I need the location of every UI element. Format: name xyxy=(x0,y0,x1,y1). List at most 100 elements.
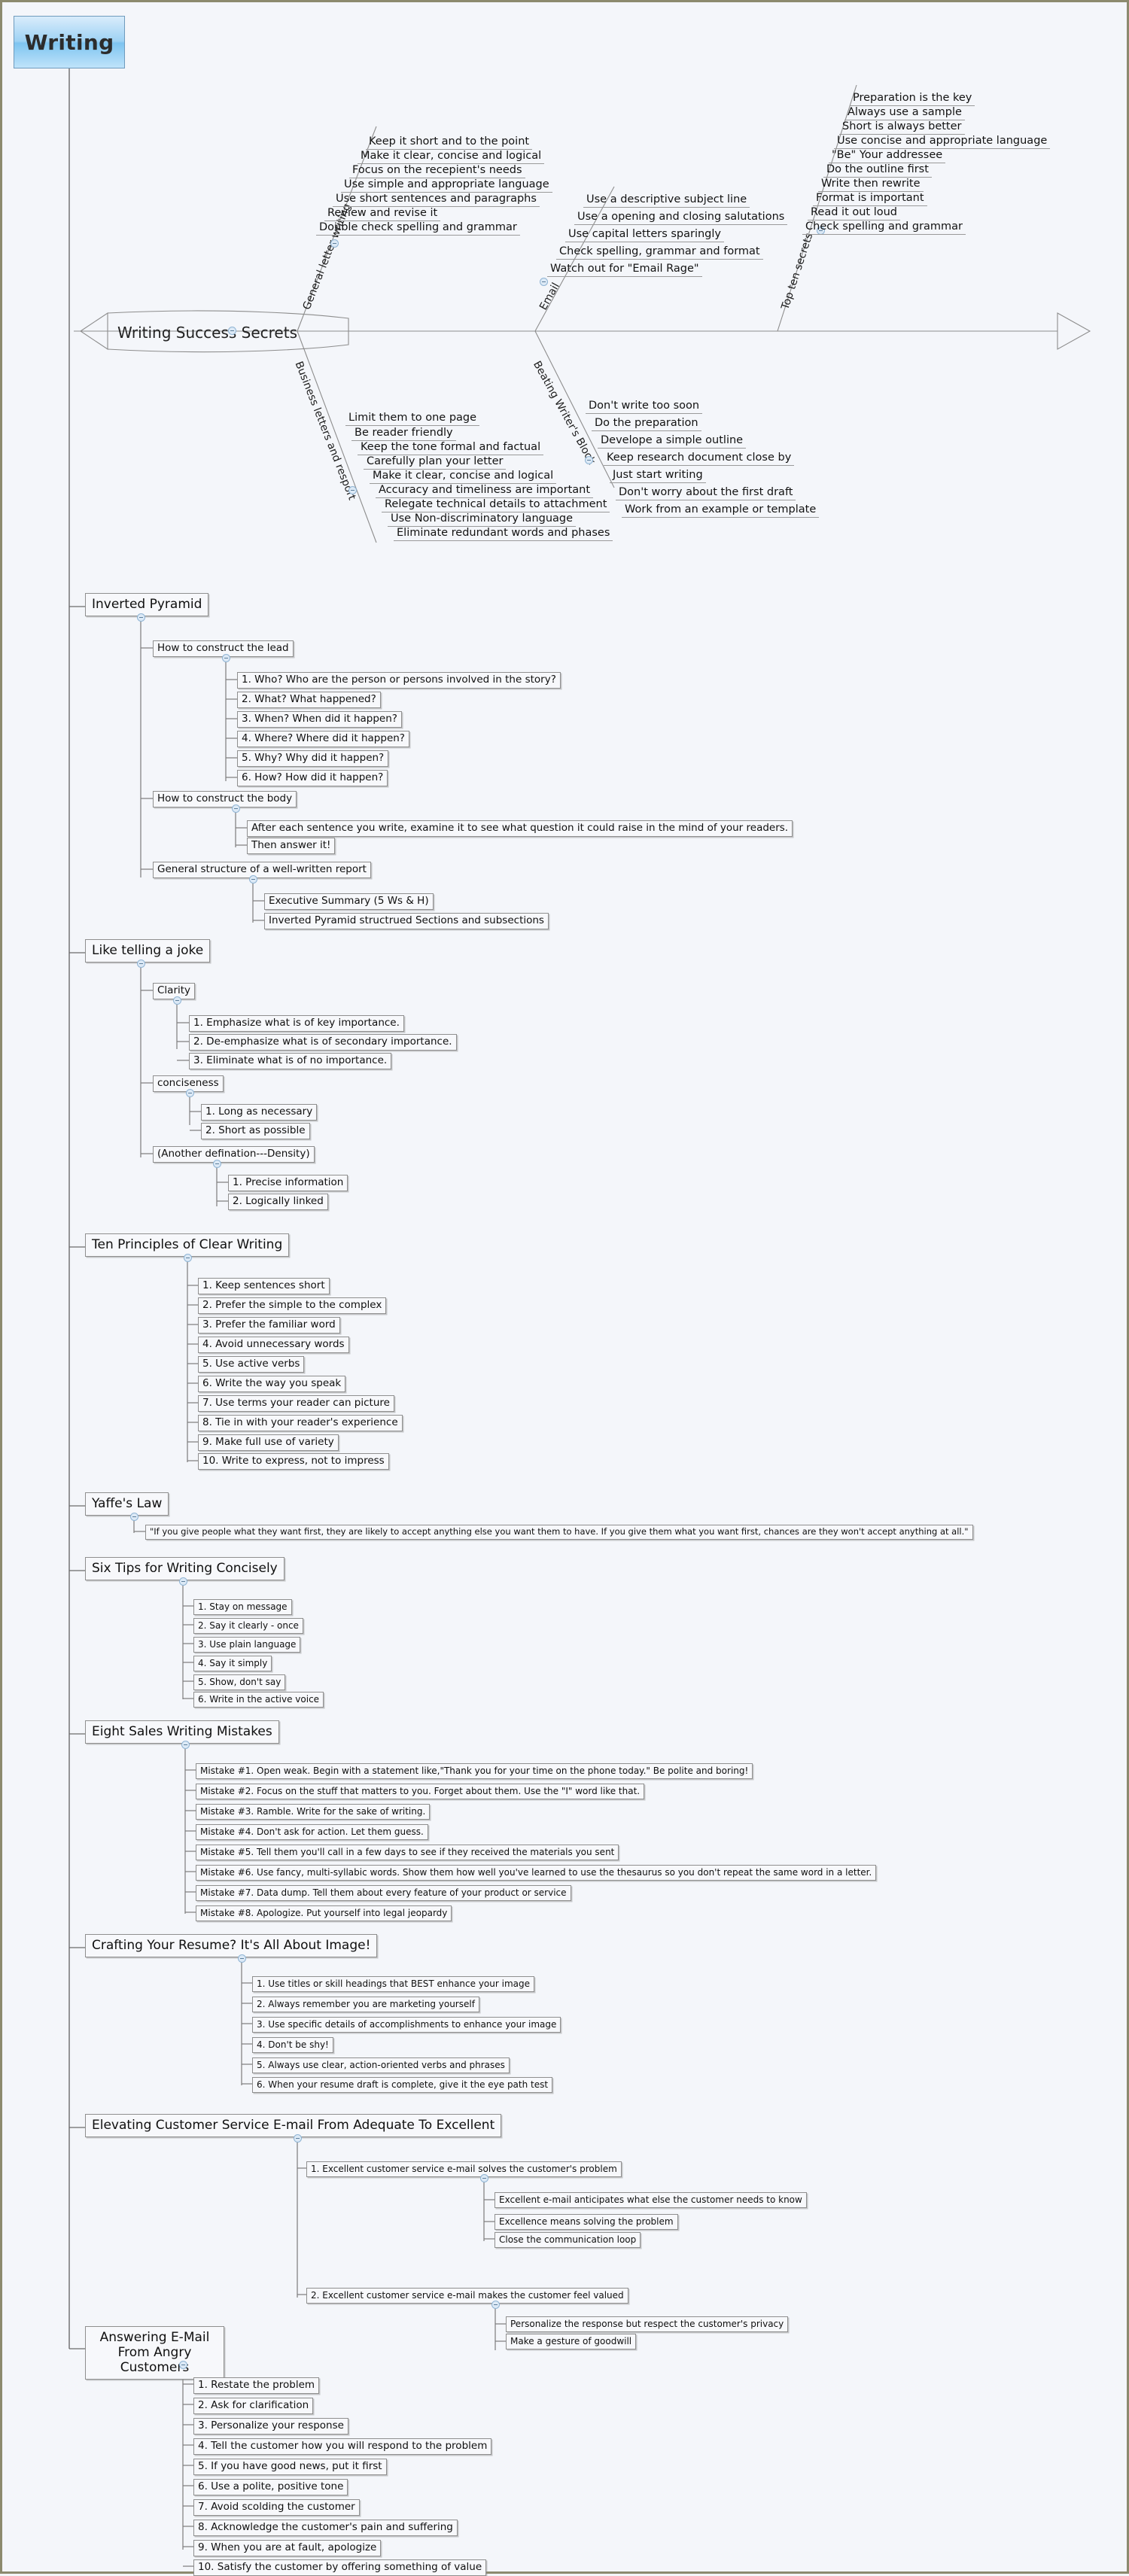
node-angry-step-9[interactable]: 9. When you are at fault, apologize xyxy=(193,2540,382,2556)
node-another-definition-density[interactable]: (Another defination---Density) xyxy=(153,1146,315,1163)
fishbone-item[interactable]: "Be" Your addressee xyxy=(829,149,946,163)
node-tip-2[interactable]: 2. Say it clearly - once xyxy=(193,1618,303,1634)
node-lead-q3[interactable]: 3. When? When did it happen? xyxy=(237,711,402,728)
node-mistake-8[interactable]: Mistake #8. Apologize. Put yourself into… xyxy=(196,1905,452,1921)
fishbone-item[interactable]: Make it clear, concise and logical xyxy=(370,470,557,484)
node-tip-1[interactable]: 1. Stay on message xyxy=(193,1599,292,1615)
fishbone-item[interactable]: Check spelling and grammar xyxy=(802,220,966,235)
collapse-toggle-icon[interactable] xyxy=(232,804,240,813)
node-tip-5[interactable]: 5. Show, don't say xyxy=(193,1674,286,1690)
fishbone-branch-label-business-letters[interactable]: Business letters and resport xyxy=(293,360,358,502)
fishbone-item[interactable]: Eliminate redundant words and phases xyxy=(394,527,613,541)
fishbone-item[interactable]: Always use a sample xyxy=(844,106,965,120)
fishbone-item[interactable]: Read it out loud xyxy=(808,206,901,220)
node-eight-sales-writing-mistakes[interactable]: Eight Sales Writing Mistakes xyxy=(85,1720,279,1744)
fishbone-item[interactable]: Focus on the recepient's needs xyxy=(349,164,525,178)
node-mistake-7[interactable]: Mistake #7. Data dump. Tell them about e… xyxy=(196,1885,571,1901)
collapse-toggle-icon[interactable] xyxy=(181,1741,190,1749)
root-node[interactable]: Writing xyxy=(14,16,125,68)
collapse-toggle-icon[interactable] xyxy=(213,1160,221,1168)
node-principle-2[interactable]: 2. Prefer the simple to the complex xyxy=(198,1297,387,1314)
node-density-1[interactable]: 1. Precise information xyxy=(228,1175,348,1191)
fishbone-head[interactable]: Writing Success Secrets xyxy=(110,322,300,343)
node-lead-q2[interactable]: 2. What? What happened? xyxy=(237,692,381,708)
node-clarity-3[interactable]: 3. Eliminate what is of no importance. xyxy=(189,1053,392,1069)
collapse-toggle-icon[interactable] xyxy=(137,960,145,968)
node-lead-q4[interactable]: 4. Where? Where did it happen? xyxy=(237,731,409,747)
node-mistake-6[interactable]: Mistake #6. Use fancy, multi-syllabic wo… xyxy=(196,1865,877,1881)
fishbone-item[interactable]: Limit them to one page xyxy=(345,412,480,426)
node-tip-3[interactable]: 3. Use plain language xyxy=(193,1637,301,1653)
fishbone-item[interactable]: Use capital letters sparingly xyxy=(565,228,724,242)
node-angry-step-6[interactable]: 6. Use a polite, positive tone xyxy=(193,2479,348,2495)
fishbone-item[interactable]: Use Non-discriminatory language xyxy=(388,512,577,527)
node-yaffes-law-quote[interactable]: "If you give people what they want first… xyxy=(145,1525,973,1540)
fishbone-item[interactable]: Do the outline first xyxy=(823,163,932,178)
node-general-structure-report[interactable]: General structure of a well-written repo… xyxy=(153,862,371,878)
fishbone-item[interactable]: Relegate technical details to attachment xyxy=(382,498,610,512)
fishbone-item[interactable]: Review and revise it xyxy=(324,207,441,221)
node-cs-point-2-sub-1[interactable]: Personalize the response but respect the… xyxy=(506,2316,789,2332)
node-cs-point-1-sub-1[interactable]: Excellent e-mail anticipates what else t… xyxy=(495,2192,807,2208)
fishbone-item[interactable]: Use concise and appropriate language xyxy=(834,135,1051,149)
collapse-toggle-icon[interactable] xyxy=(585,456,593,464)
node-resume-4[interactable]: 4. Don't be shy! xyxy=(252,2037,333,2053)
node-density-2[interactable]: 2. Logically linked xyxy=(228,1194,328,1210)
fishbone-item[interactable]: Write then rewrite xyxy=(818,178,924,192)
node-angry-step-5[interactable]: 5. If you have good news, put it first xyxy=(193,2459,387,2475)
node-mistake-2[interactable]: Mistake #2. Focus on the stuff that matt… xyxy=(196,1784,645,1799)
fishbone-item[interactable]: Do the preparation xyxy=(592,417,701,431)
collapse-toggle-icon[interactable] xyxy=(540,278,548,286)
fishbone-item[interactable]: Use simple and appropriate language xyxy=(341,178,552,193)
fishbone-item[interactable]: Check spelling, grammar and format xyxy=(556,245,763,260)
node-principle-3[interactable]: 3. Prefer the familiar word xyxy=(198,1317,340,1334)
node-report-part-1[interactable]: Executive Summary (5 Ws & H) xyxy=(264,893,434,910)
collapse-toggle-icon[interactable] xyxy=(222,654,230,662)
collapse-toggle-icon[interactable] xyxy=(294,2134,302,2143)
node-mistake-1[interactable]: Mistake #1. Open weak. Begin with a stat… xyxy=(196,1763,753,1779)
collapse-toggle-icon[interactable] xyxy=(491,2301,500,2309)
node-how-to-construct-the-body[interactable]: How to construct the body xyxy=(153,791,297,807)
node-mistake-5[interactable]: Mistake #5. Tell them you'll call in a f… xyxy=(196,1845,619,1860)
collapse-toggle-icon[interactable] xyxy=(137,613,145,622)
fishbone-item[interactable]: Use short sentences and paragraphs xyxy=(333,193,540,207)
node-elevating-customer-service[interactable]: Elevating Customer Service E-mail From A… xyxy=(85,2114,502,2137)
fishbone-item[interactable]: Use a opening and closing salutations xyxy=(574,211,788,225)
fishbone-item[interactable]: Use a descriptive subject line xyxy=(583,193,750,208)
node-angry-step-2[interactable]: 2. Ask for clarification xyxy=(193,2398,314,2414)
node-clarity-1[interactable]: 1. Emphasize what is of key importance. xyxy=(189,1015,404,1032)
node-principle-8[interactable]: 8. Tie in with your reader's experience xyxy=(198,1415,403,1431)
fishbone-item[interactable]: Don't worry about the first draft xyxy=(616,486,796,500)
collapse-toggle-icon[interactable] xyxy=(173,996,181,1005)
node-angry-step-1[interactable]: 1. Restate the problem xyxy=(193,2377,320,2394)
collapse-toggle-icon[interactable] xyxy=(249,875,257,884)
node-cs-point-1[interactable]: 1. Excellent customer service e-mail sol… xyxy=(306,2161,622,2177)
node-principle-1[interactable]: 1. Keep sentences short xyxy=(198,1278,330,1294)
fishbone-item[interactable]: Preparation is the key xyxy=(850,92,975,106)
node-resume-5[interactable]: 5. Always use clear, action-oriented ver… xyxy=(252,2057,510,2073)
node-conciseness-2[interactable]: 2. Short as possible xyxy=(201,1123,310,1139)
collapse-toggle-icon[interactable] xyxy=(330,239,339,248)
fishbone-item[interactable]: Accuracy and timeliness are important xyxy=(376,484,594,498)
node-resume-3[interactable]: 3. Use specific details of accomplishmen… xyxy=(252,2017,561,2033)
node-principle-6[interactable]: 6. Write the way you speak xyxy=(198,1376,346,1392)
fishbone-item[interactable]: Be reader friendly xyxy=(351,427,456,441)
node-mistake-4[interactable]: Mistake #4. Don't ask for action. Let th… xyxy=(196,1824,428,1840)
node-lead-q1[interactable]: 1. Who? Who are the person or persons in… xyxy=(237,672,561,689)
node-angry-step-3[interactable]: 3. Personalize your response xyxy=(193,2418,348,2435)
node-principle-9[interactable]: 9. Make full use of variety xyxy=(198,1434,339,1451)
fishbone-branch-label-email[interactable]: Email xyxy=(537,281,562,312)
node-cs-point-1-sub-3[interactable]: Close the communication loop xyxy=(495,2232,641,2248)
node-cs-point-2[interactable]: 2. Excellent customer service e-mail mak… xyxy=(306,2288,628,2304)
node-clarity-2[interactable]: 2. De-emphasize what is of secondary imp… xyxy=(189,1034,457,1051)
node-principle-10[interactable]: 10. Write to express, not to impress xyxy=(198,1453,389,1470)
fishbone-item[interactable]: Keep the tone formal and factual xyxy=(358,441,544,455)
collapse-toggle-icon[interactable] xyxy=(480,2174,488,2182)
collapse-toggle-icon[interactable] xyxy=(186,1089,194,1097)
collapse-toggle-icon[interactable] xyxy=(238,1954,246,1963)
collapse-toggle-icon[interactable] xyxy=(228,327,236,335)
fishbone-item[interactable]: Carefully plan your letter xyxy=(364,455,507,470)
node-cs-point-2-sub-2[interactable]: Make a gesture of goodwill xyxy=(506,2334,637,2349)
node-body-tip-2[interactable]: Then answer it! xyxy=(247,838,336,854)
collapse-toggle-icon[interactable] xyxy=(179,2361,187,2369)
